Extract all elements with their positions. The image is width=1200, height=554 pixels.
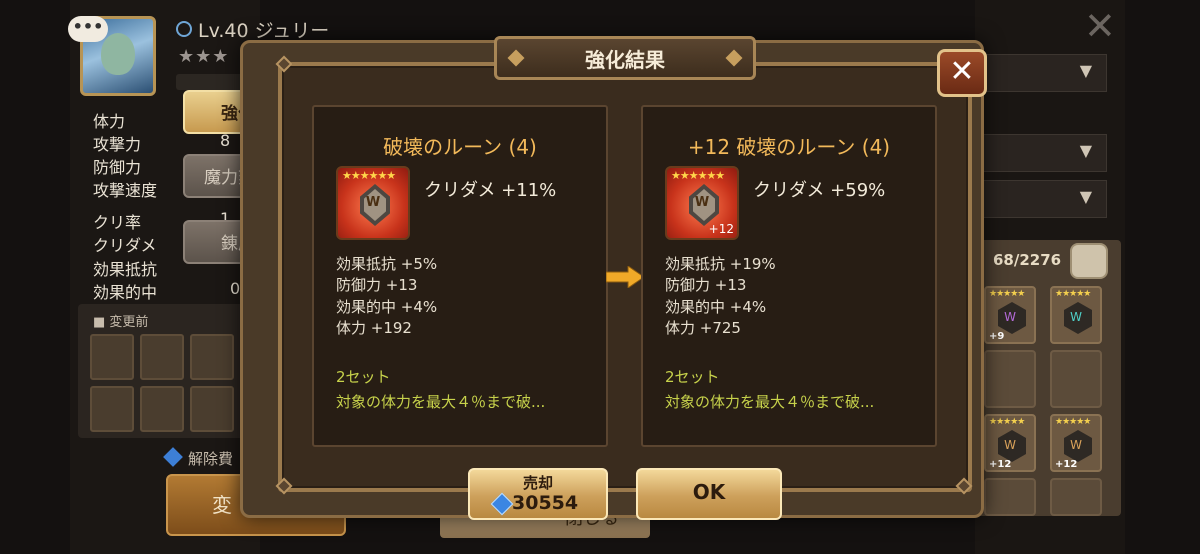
inventory-rune-slot[interactable]: ★★★★★ W +12 xyxy=(984,414,1036,472)
rune-stars: ★★★★★ xyxy=(989,289,1025,299)
rune-after-icon: ★★★★★★ W +12 xyxy=(665,166,739,240)
chevron-down-icon: ▼ xyxy=(1079,61,1092,80)
rune-stars: ★★★★★★ xyxy=(342,169,396,182)
stat-label-crit-dmg: クリダメ xyxy=(93,236,157,255)
chevron-down-icon: ▼ xyxy=(1079,187,1092,206)
rune-before-substat: 効果抵抗 +5% xyxy=(336,255,438,273)
inventory-empty-slot xyxy=(984,478,1036,516)
destroy-rune-icon: W xyxy=(1004,438,1016,452)
arrow-right-icon xyxy=(606,266,644,288)
destroy-rune-icon: W xyxy=(1070,438,1082,452)
inventory-rune-slot[interactable]: ★★★★★ W +12 xyxy=(1050,414,1102,472)
rune-before-substat: 体力 +192 xyxy=(336,319,412,337)
rune-after-set-label: 2セット xyxy=(665,368,720,386)
character-stars: ★★★ xyxy=(178,46,230,67)
rune-icon: W xyxy=(1070,310,1082,324)
rune-after-set-desc: 対象の体力を最大４％まで破... xyxy=(665,393,875,411)
stat-label-def: 防御力 xyxy=(93,158,142,177)
rune-before-substat: 防御力 +13 xyxy=(336,276,418,294)
modal-title: 強化結果 xyxy=(585,48,665,72)
inventory-count: 68/2276 xyxy=(993,251,1062,269)
filter-dropdown[interactable]: ▼ xyxy=(975,54,1107,92)
rune-after-main-stat: クリダメ +59% xyxy=(753,180,886,201)
inventory-empty-slot xyxy=(984,350,1036,408)
sell-price: 30554 xyxy=(512,492,579,514)
rune-stars: ★★★★★ xyxy=(1055,417,1091,427)
unlock-fee-label: 解除費 xyxy=(188,450,234,468)
before-slot xyxy=(90,334,134,380)
inventory-empty-slot xyxy=(1050,350,1102,408)
rune-stars: ★★★★★ xyxy=(989,417,1025,427)
bag-icon[interactable] xyxy=(1070,243,1108,279)
before-slot xyxy=(90,386,134,432)
rune-before-substat: 効果的中 +4% xyxy=(336,298,438,316)
inventory-empty-slot xyxy=(1050,478,1102,516)
stat-label-accuracy: 効果的中 xyxy=(93,283,158,302)
violent-rune-icon: W xyxy=(1004,310,1016,324)
destroy-rune-icon: W xyxy=(694,195,710,210)
chat-icon[interactable]: ••• xyxy=(68,16,108,42)
sell-button-label: 売却 xyxy=(522,474,553,492)
rune-before-main-stat: クリダメ +11% xyxy=(424,180,557,201)
rune-level: +12 xyxy=(1055,459,1078,470)
before-change-label: ■ 変更前 xyxy=(93,315,149,330)
before-slot xyxy=(140,334,184,380)
filter-dropdown[interactable]: ▼ xyxy=(975,180,1107,218)
stat-label-spd: 攻撃速度 xyxy=(93,181,158,200)
character-type-tag xyxy=(176,74,246,90)
rune-level: +12 xyxy=(989,459,1012,470)
inventory-rune-slot[interactable]: ★★★★★ W +9 xyxy=(984,286,1036,344)
rune-after-title: +12 破壊のルーン (4) xyxy=(687,135,891,159)
before-slot xyxy=(140,386,184,432)
screen-close-icon[interactable]: ✕ xyxy=(1084,4,1116,48)
rune-before-title: 破壊のルーン (4) xyxy=(383,135,537,159)
close-button[interactable]: ✕ xyxy=(937,49,987,97)
rune-stars: ★★★★★★ xyxy=(671,169,725,182)
stat-label-atk: 攻撃力 xyxy=(93,135,142,154)
rune-after-substat: 防御力 +13 xyxy=(665,276,747,294)
stat-label-crit-rate: クリ率 xyxy=(93,213,142,232)
rune-stars: ★★★★★ xyxy=(1055,289,1091,299)
stat-label-resist: 効果抵抗 xyxy=(93,260,158,279)
inventory-rune-slot[interactable]: ★★★★★ W xyxy=(1050,286,1102,344)
filter-dropdown[interactable]: ▼ xyxy=(975,134,1107,172)
character-name-level: Lv.40 ジュリー xyxy=(198,20,330,42)
chevron-down-icon: ▼ xyxy=(1079,141,1092,160)
before-slot xyxy=(190,386,234,432)
rune-level: +9 xyxy=(989,331,1005,342)
ok-button-label: OK xyxy=(692,480,726,504)
destroy-rune-icon: W xyxy=(365,195,381,210)
element-icon xyxy=(176,21,192,37)
rune-after-substat: 効果的中 +4% xyxy=(665,298,767,316)
stat-value-accuracy: 0 xyxy=(230,279,241,298)
rune-before-icon: ★★★★★★ W xyxy=(336,166,410,240)
before-slot xyxy=(190,334,234,380)
rune-after-substat: 効果抵抗 +19% xyxy=(665,255,776,273)
stat-label-hp: 体力 xyxy=(93,112,126,131)
rune-level: +12 xyxy=(708,222,734,236)
rune-before-set-desc: 対象の体力を最大４％まで破... xyxy=(336,393,546,411)
rune-before-set-label: 2セット xyxy=(336,368,391,386)
rune-after-substat: 体力 +725 xyxy=(665,319,741,337)
